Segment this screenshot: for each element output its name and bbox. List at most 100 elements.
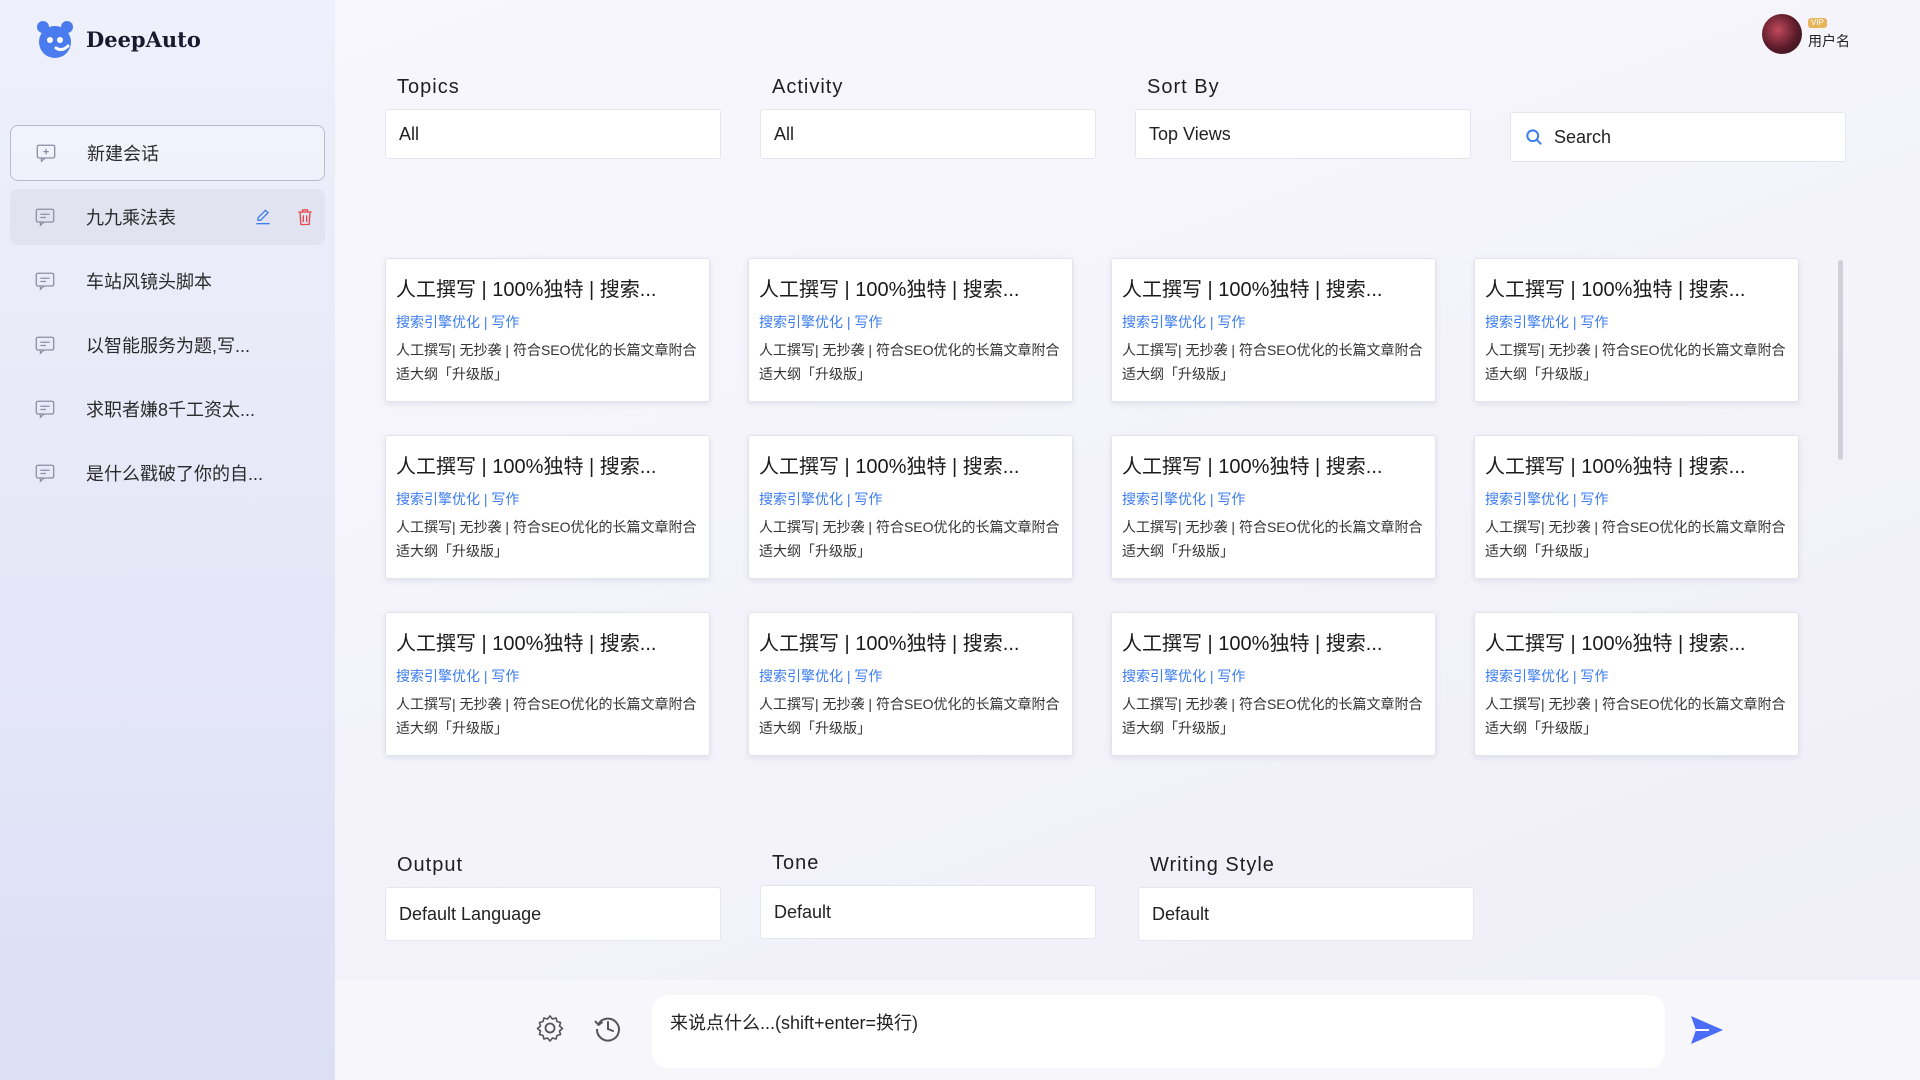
card-grid-scrollbar[interactable] <box>1838 260 1843 460</box>
output-label: Output <box>397 854 464 876</box>
vip-badge: VIP <box>1808 17 1827 28</box>
chat-bubble-icon <box>35 400 55 419</box>
new-chat-button[interactable]: 新建会话 <box>10 125 325 181</box>
tone-option: Tone Default <box>760 852 1096 939</box>
output-select[interactable]: Default Language <box>385 887 721 941</box>
card-description: 人工撰写| 无抄袭 | 符合SEO优化的长篇文章附合适大纲「升级版」 <box>1485 519 1786 559</box>
card-tags[interactable]: 搜索引擎优化 | 写作 <box>759 489 1062 509</box>
prompt-card[interactable]: 人工撰写 | 100%独特 | 搜索... 搜索引擎优化 | 写作 人工撰写| … <box>385 258 710 402</box>
new-chat-label: 新建会话 <box>87 144 159 164</box>
prompt-card[interactable]: 人工撰写 | 100%独特 | 搜索... 搜索引擎优化 | 写作 人工撰写| … <box>748 258 1073 402</box>
card-tags[interactable]: 搜索引擎优化 | 写作 <box>759 312 1062 332</box>
chat-bubble-icon <box>35 208 55 227</box>
username: 用户名 <box>1808 32 1850 49</box>
sidebar-item-chat[interactable]: 九九乘法表 <box>10 189 325 245</box>
prompt-card[interactable]: 人工撰写 | 100%独特 | 搜索... 搜索引擎优化 | 写作 人工撰写| … <box>385 435 710 579</box>
card-description: 人工撰写| 无抄袭 | 符合SEO优化的长篇文章附合适大纲「升级版」 <box>759 519 1060 559</box>
card-title: 人工撰写 | 100%独特 | 搜索... <box>396 279 657 301</box>
bear-logo-icon <box>37 21 73 58</box>
send-icon[interactable] <box>1687 1010 1727 1050</box>
tone-select[interactable]: Default <box>760 885 1096 939</box>
avatar[interactable] <box>1762 14 1802 54</box>
sidebar-item-label: 九九乘法表 <box>86 208 176 228</box>
composer: 来说点什么...(shift+enter=换行) <box>335 980 1920 1080</box>
card-title: 人工撰写 | 100%独特 | 搜索... <box>1122 279 1383 301</box>
output-option: Output Default Language <box>385 854 721 941</box>
card-title: 人工撰写 | 100%独特 | 搜索... <box>396 456 657 478</box>
sidebar-item-chat[interactable]: 以智能服务为题,写... <box>10 317 325 373</box>
card-tags[interactable]: 搜索引擎优化 | 写作 <box>1122 666 1425 686</box>
activity-label: Activity <box>772 76 844 98</box>
app-name: DeepAuto <box>86 26 201 52</box>
card-description: 人工撰写| 无抄袭 | 符合SEO优化的长篇文章附合适大纲「升级版」 <box>759 696 1060 736</box>
card-description: 人工撰写| 无抄袭 | 符合SEO优化的长篇文章附合适大纲「升级版」 <box>396 696 697 736</box>
chat-bubble-icon <box>35 464 55 483</box>
prompt-card[interactable]: 人工撰写 | 100%独特 | 搜索... 搜索引擎优化 | 写作 人工撰写| … <box>748 435 1073 579</box>
history-icon[interactable] <box>592 1012 624 1044</box>
card-title: 人工撰写 | 100%独特 | 搜索... <box>759 456 1020 478</box>
card-description: 人工撰写| 无抄袭 | 符合SEO优化的长篇文章附合适大纲「升级版」 <box>1122 519 1423 559</box>
sidebar-item-label: 是什么戳破了你的自... <box>86 464 264 484</box>
main-panel: VIP 用户名 Topics All Activity All Sort By … <box>335 0 1920 1080</box>
pencil-icon[interactable] <box>253 207 273 227</box>
writing-style-select[interactable]: Default <box>1138 887 1474 941</box>
card-description: 人工撰写| 无抄袭 | 符合SEO优化的长篇文章附合适大纲「升级版」 <box>1122 342 1423 382</box>
topics-filter: Topics All <box>385 76 721 159</box>
card-title: 人工撰写 | 100%独特 | 搜索... <box>1485 633 1746 655</box>
card-description: 人工撰写| 无抄袭 | 符合SEO优化的长篇文章附合适大纲「升级版」 <box>1485 342 1786 382</box>
new-chat-icon <box>36 144 56 163</box>
card-tags[interactable]: 搜索引擎优化 | 写作 <box>396 666 699 686</box>
activity-filter: Activity All <box>760 76 1096 159</box>
chat-bubble-icon <box>35 272 55 291</box>
activity-select[interactable]: All <box>760 109 1096 159</box>
prompt-card[interactable]: 人工撰写 | 100%独特 | 搜索... 搜索引擎优化 | 写作 人工撰写| … <box>1474 258 1799 402</box>
prompt-card[interactable]: 人工撰写 | 100%独特 | 搜索... 搜索引擎优化 | 写作 人工撰写| … <box>1111 612 1436 756</box>
sort-filter: Sort By Top Views <box>1135 76 1471 159</box>
search-input[interactable]: Search <box>1510 112 1846 162</box>
card-tags[interactable]: 搜索引擎优化 | 写作 <box>396 489 699 509</box>
sort-label: Sort By <box>1147 76 1220 98</box>
card-title: 人工撰写 | 100%独特 | 搜索... <box>1485 279 1746 301</box>
card-title: 人工撰写 | 100%独特 | 搜索... <box>759 279 1020 301</box>
sidebar-item-label: 求职者嫌8千工资太... <box>86 400 256 420</box>
message-input[interactable]: 来说点什么...(shift+enter=换行) <box>652 995 1665 1068</box>
card-tags[interactable]: 搜索引擎优化 | 写作 <box>1485 312 1788 332</box>
sidebar-item-label: 车站风镜头脚本 <box>86 272 212 292</box>
card-tags[interactable]: 搜索引擎优化 | 写作 <box>396 312 699 332</box>
prompt-card[interactable]: 人工撰写 | 100%独特 | 搜索... 搜索引擎优化 | 写作 人工撰写| … <box>1474 435 1799 579</box>
card-tags[interactable]: 搜索引擎优化 | 写作 <box>1485 666 1788 686</box>
card-title: 人工撰写 | 100%独特 | 搜索... <box>1485 456 1746 478</box>
prompt-card[interactable]: 人工撰写 | 100%独特 | 搜索... 搜索引擎优化 | 写作 人工撰写| … <box>1474 612 1799 756</box>
prompt-card[interactable]: 人工撰写 | 100%独特 | 搜索... 搜索引擎优化 | 写作 人工撰写| … <box>1111 435 1436 579</box>
prompt-card[interactable]: 人工撰写 | 100%独特 | 搜索... 搜索引擎优化 | 写作 人工撰写| … <box>748 612 1073 756</box>
card-description: 人工撰写| 无抄袭 | 符合SEO优化的长篇文章附合适大纲「升级版」 <box>1485 696 1786 736</box>
prompt-card[interactable]: 人工撰写 | 100%独特 | 搜索... 搜索引擎优化 | 写作 人工撰写| … <box>1111 258 1436 402</box>
card-title: 人工撰写 | 100%独特 | 搜索... <box>396 633 657 655</box>
sidebar-item-chat[interactable]: 是什么戳破了你的自... <box>10 445 325 501</box>
gear-icon[interactable] <box>534 1012 566 1044</box>
card-tags[interactable]: 搜索引擎优化 | 写作 <box>1122 312 1425 332</box>
card-description: 人工撰写| 无抄袭 | 符合SEO优化的长篇文章附合适大纲「升级版」 <box>396 519 697 559</box>
prompt-card[interactable]: 人工撰写 | 100%独特 | 搜索... 搜索引擎优化 | 写作 人工撰写| … <box>385 612 710 756</box>
card-description: 人工撰写| 无抄袭 | 符合SEO优化的长篇文章附合适大纲「升级版」 <box>759 342 1060 382</box>
trash-icon[interactable] <box>295 207 315 227</box>
card-title: 人工撰写 | 100%独特 | 搜索... <box>1122 633 1383 655</box>
topics-select[interactable]: All <box>385 109 721 159</box>
sidebar-item-chat[interactable]: 车站风镜头脚本 <box>10 253 325 309</box>
chat-bubble-icon <box>35 336 55 355</box>
user-menu[interactable]: VIP 用户名 <box>1762 14 1850 54</box>
card-tags[interactable]: 搜索引擎优化 | 写作 <box>1122 489 1425 509</box>
topics-label: Topics <box>397 76 460 98</box>
card-tags[interactable]: 搜索引擎优化 | 写作 <box>759 666 1062 686</box>
sidebar: DeepAuto 新建会话 九九乘法表 车站风镜头脚本 以智能服务为题,写...… <box>0 0 335 1080</box>
search-filter: Search <box>1510 112 1846 162</box>
card-tags[interactable]: 搜索引擎优化 | 写作 <box>1485 489 1788 509</box>
chat-list: 新建会话 九九乘法表 车站风镜头脚本 以智能服务为题,写... 求职者嫌8千工资… <box>10 125 325 509</box>
logo[interactable]: DeepAuto <box>34 18 201 60</box>
sort-select[interactable]: Top Views <box>1135 109 1471 159</box>
sidebar-item-chat[interactable]: 求职者嫌8千工资太... <box>10 381 325 437</box>
card-title: 人工撰写 | 100%独特 | 搜索... <box>759 633 1020 655</box>
search-placeholder: Search <box>1554 126 1612 147</box>
card-description: 人工撰写| 无抄袭 | 符合SEO优化的长篇文章附合适大纲「升级版」 <box>396 342 697 382</box>
writing-style-option: Writing Style Default <box>1138 854 1474 941</box>
